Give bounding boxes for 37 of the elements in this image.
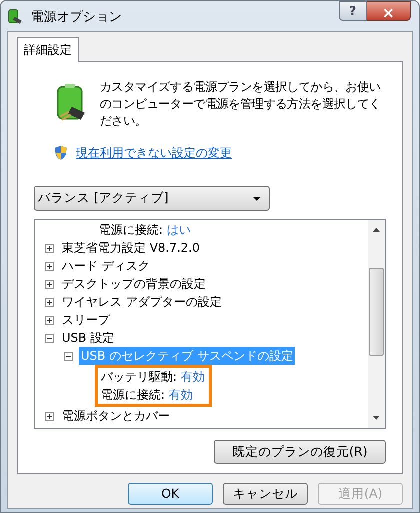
window-title: 電源オプション <box>31 9 122 27</box>
tab[interactable]: 詳細設定 <box>17 37 79 62</box>
tree-item[interactable]: スリープ <box>60 311 112 329</box>
close-button[interactable]: × <box>367 1 411 21</box>
expand-icon[interactable] <box>45 262 54 270</box>
expand-icon[interactable] <box>45 412 54 420</box>
scroll-up-icon[interactable] <box>373 228 380 232</box>
tree-item[interactable]: 電源ボタンとカバー <box>60 407 172 425</box>
collapse-icon[interactable] <box>45 334 54 342</box>
battery-plug-icon <box>7 8 25 26</box>
setting-label: 電源に接続: <box>99 222 164 239</box>
setting-value[interactable]: 有効 <box>181 368 206 386</box>
tree-item[interactable]: ハード ディスク <box>60 257 152 275</box>
scrollbar[interactable] <box>368 220 385 428</box>
expand-icon[interactable] <box>45 280 54 288</box>
expand-icon[interactable] <box>45 244 54 252</box>
setting-label: 電源に接続: <box>101 387 166 404</box>
tree-item[interactable]: USB 設定 <box>60 329 116 347</box>
plan-dropdown[interactable]: バランス [アクティブ] <box>34 186 270 211</box>
scroll-down-icon[interactable] <box>373 416 380 420</box>
change-settings-link[interactable]: 現在利用できない設定の変更 <box>76 144 232 162</box>
restore-defaults-button[interactable]: 既定のプランの復元(R) <box>214 440 386 464</box>
expand-icon[interactable] <box>45 316 54 324</box>
setting-value[interactable]: はい <box>167 221 192 239</box>
dialog-button[interactable]: OK <box>128 483 213 505</box>
dropdown-arrow-icon <box>253 196 261 200</box>
shield-icon <box>54 145 68 161</box>
expand-icon[interactable] <box>45 298 54 306</box>
dialog-button[interactable]: キャンセル <box>223 483 308 505</box>
tree-item[interactable]: デスクトップの背景の設定 <box>60 275 208 293</box>
setting-label: バッテリ駆動: <box>101 369 178 386</box>
tree-item[interactable]: ワイヤレス アダプターの設定 <box>60 293 224 311</box>
help-button[interactable]: ? <box>339 1 367 21</box>
tree-item[interactable]: 東芝省電力設定 V8.7.2.0 <box>60 239 202 257</box>
intro-text: カスタマイズする電源プランを選択してから、お使いのコンピューターで電源を管理する方法を選択してください。 <box>100 79 382 130</box>
setting-value[interactable]: 有効 <box>169 386 194 404</box>
collapse-icon[interactable] <box>64 352 73 360</box>
